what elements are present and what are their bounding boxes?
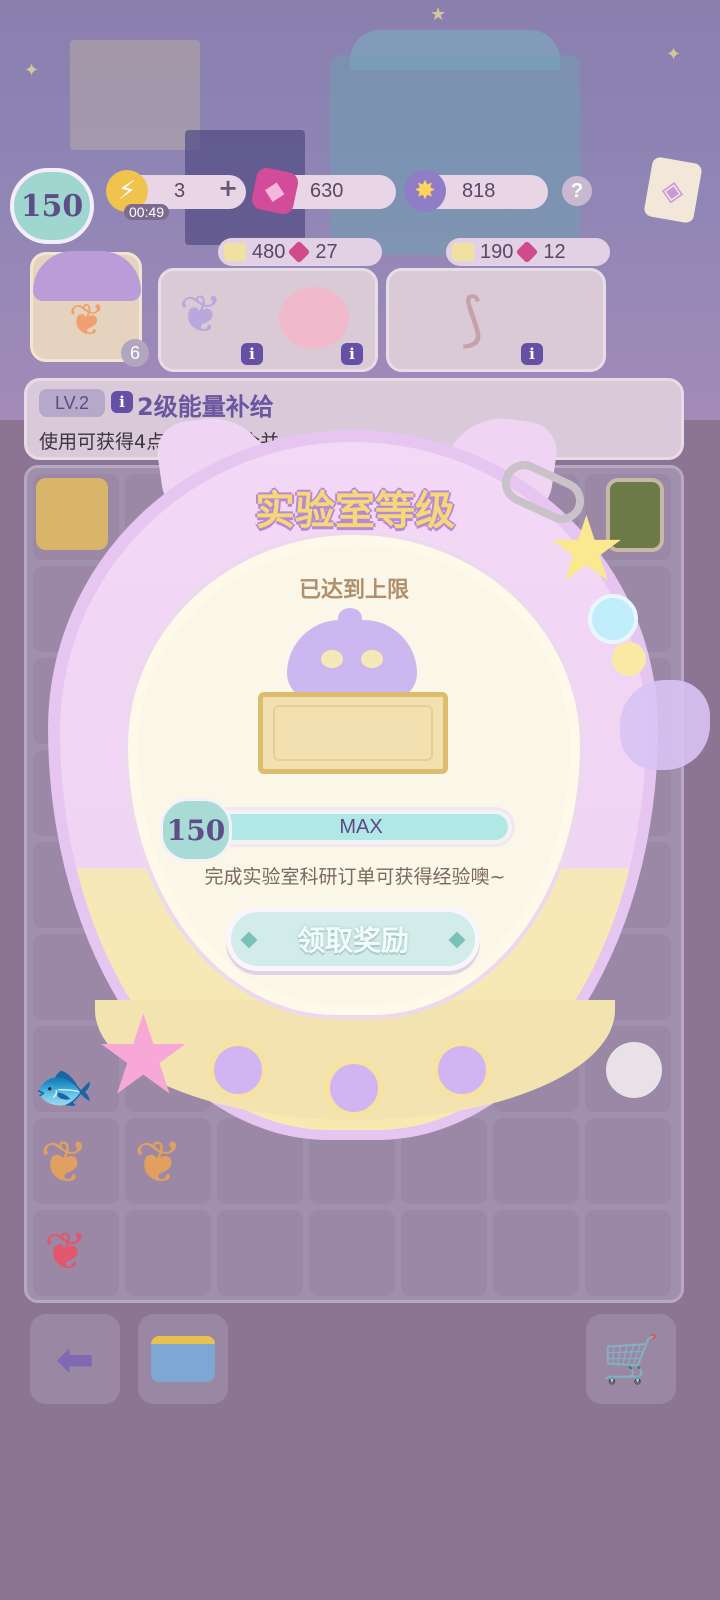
diamond-icon [240, 931, 258, 949]
claim-reward-label: 领取奖励 [296, 924, 409, 957]
lab-level-value: 150 [166, 813, 226, 847]
plaque-inner-border [273, 705, 433, 761]
purple-bow-icon [620, 680, 710, 770]
yellow-star-charm-icon: ★ [546, 497, 627, 602]
pink-star-charm-icon: ★ [94, 991, 193, 1119]
egg-right-button[interactable] [432, 1040, 492, 1100]
exp-hint-text: 完成实验室科研订单可获得经验噢~ [204, 866, 506, 888]
egg-middle-button[interactable] [324, 1058, 384, 1118]
popup-title: 实验室等级 [255, 487, 455, 534]
blob-eye [321, 650, 343, 668]
max-level-status: 已达到上限 [298, 578, 409, 603]
blob-eye [361, 650, 383, 668]
claim-reward-button[interactable]: 领取奖励 [226, 907, 480, 971]
sleepy-blob-mascot [287, 620, 417, 700]
diamond-icon [448, 931, 466, 949]
yellow-bead-icon [612, 642, 646, 676]
egg-left-button[interactable] [208, 1040, 268, 1100]
level-plaque [258, 692, 448, 774]
exp-progress-label: MAX [339, 816, 383, 838]
lab-level-badge: 150 [160, 798, 232, 862]
blue-bead-icon [588, 594, 638, 644]
